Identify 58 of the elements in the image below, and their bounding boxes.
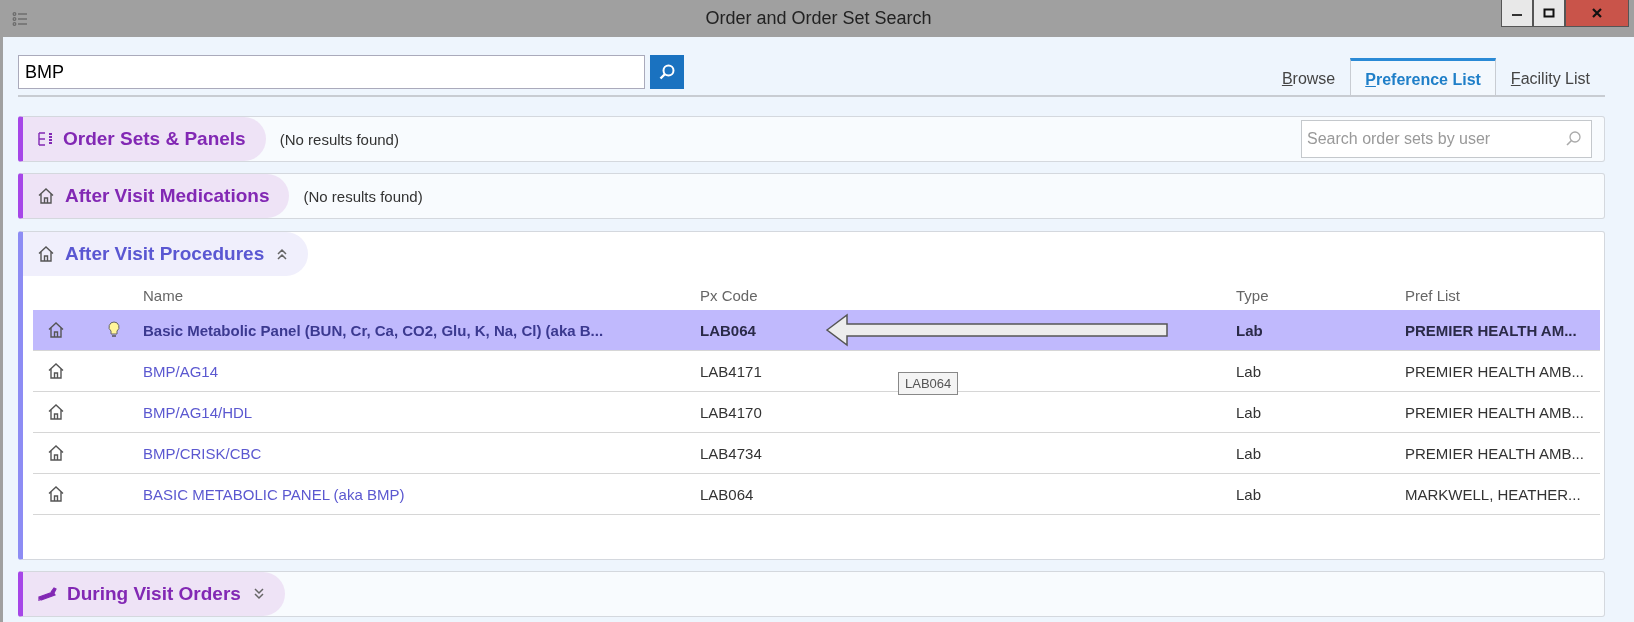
tab[interactable]: Browse [1266, 59, 1351, 95]
maximize-button[interactable] [1533, 0, 1565, 27]
table-cell: Lab [1236, 321, 1263, 339]
chevron-up-icon [276, 248, 289, 260]
house-icon [47, 485, 65, 503]
table-cell: PREMIER HEALTH AMB... [1405, 444, 1584, 462]
minimize-button[interactable] [1501, 0, 1533, 27]
house-icon [47, 444, 65, 462]
table-cell: LAB064 [700, 321, 756, 339]
result-note: (No results found) [303, 187, 423, 205]
section-header[interactable]: After Visit Medications [23, 174, 290, 218]
table-cell: LAB4734 [700, 444, 762, 462]
table-row[interactable]: Basic Metabolic Panel (BUN, Cr, Ca, CO2, Glu, K, Na, Cl) (aka B... LAB064 Lab PREMIER HEALTH AM... [33, 310, 1600, 351]
maximize-icon [1543, 8, 1555, 18]
column-header: Pref List [1405, 286, 1462, 304]
chevron-down-icon [252, 588, 265, 600]
window-title: Order and Order Set Search [705, 8, 932, 29]
column-header: Px Code [700, 286, 759, 304]
close-icon [1591, 8, 1603, 18]
table-cell: LAB4170 [700, 403, 762, 421]
section-header[interactable]: After Visit Procedures [23, 232, 309, 276]
table-cell: PREMIER HEALTH AMB... [1405, 362, 1584, 380]
tooltip: LAB064 [898, 372, 959, 395]
table-cell: PREMIER HEALTH AM... [1405, 321, 1577, 339]
table-cell: BMP/AG14/HDL [143, 403, 253, 421]
table-cell: BASIC METABOLIC PANEL (aka BMP) [143, 485, 405, 503]
table-cell: LAB4171 [700, 362, 762, 380]
table-row[interactable]: BASIC METABOLIC PANEL (aka BMP) LAB064 Lab MARKWELL, HEATHER... [33, 474, 1600, 515]
table-cell: Lab [1236, 362, 1262, 380]
house-icon [37, 187, 55, 205]
column-header: Name [143, 286, 184, 304]
house-icon [47, 362, 65, 380]
search-button[interactable] [650, 55, 684, 89]
table-cell: Lab [1236, 403, 1262, 421]
section-header[interactable]: During Visit Orders [23, 572, 285, 616]
list-icon [37, 131, 53, 147]
house-icon [47, 403, 65, 421]
table-cell: BMP/AG14 [143, 362, 219, 380]
table-cell: MARKWELL, HEATHER... [1405, 485, 1581, 503]
table-cell: Basic Metabolic Panel (BUN, Cr, Ca, CO2, Glu, K, Na, Cl) (aka B... [143, 321, 604, 339]
table-cell: BMP/CRISK/CBC [143, 444, 262, 462]
search-field[interactable]: BMP [18, 55, 645, 89]
table-cell: Lab [1236, 444, 1262, 462]
result-note: (No results found) [279, 130, 399, 148]
table-cell: Lab [1236, 485, 1262, 503]
table-cell: LAB064 [700, 485, 754, 503]
house-icon [47, 321, 65, 339]
house-icon [37, 245, 55, 263]
table-cell: PREMIER HEALTH AMB... [1405, 403, 1584, 421]
tab[interactable]: Facility List [1495, 59, 1605, 95]
column-header: Type [1236, 286, 1270, 304]
close-button[interactable] [1565, 0, 1629, 27]
tab[interactable]: Preference List [1350, 58, 1496, 95]
section-header[interactable]: Order Sets & Panels [23, 117, 266, 161]
search-icon [658, 63, 676, 81]
table-row[interactable]: BMP/CRISK/CBC LAB4734 Lab PREMIER HEALTH AMB... [33, 433, 1600, 474]
user-search-field[interactable]: Search order sets by user [1301, 120, 1592, 158]
search-icon [1564, 130, 1582, 148]
